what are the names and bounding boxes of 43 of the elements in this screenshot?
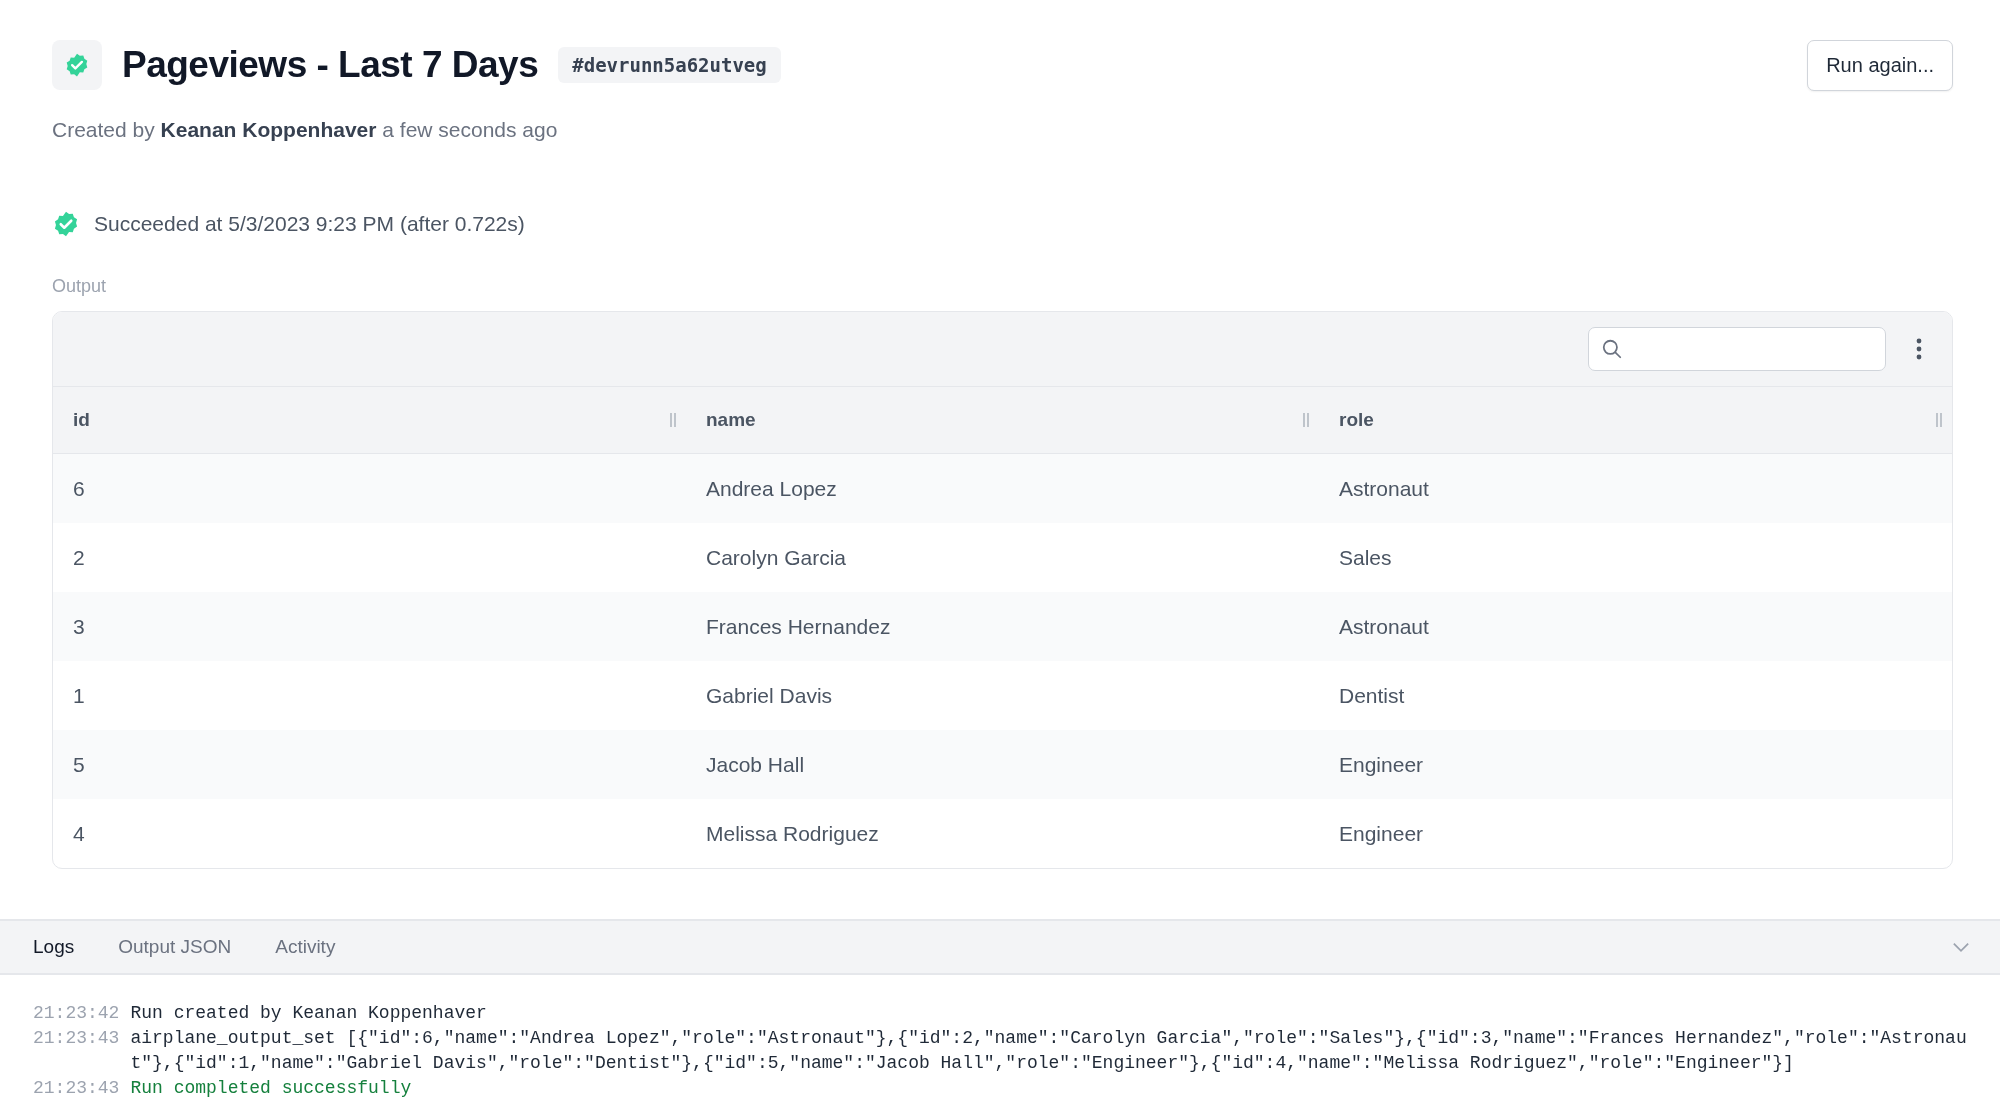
column-resize-handle-icon[interactable]: [670, 413, 676, 427]
table-cell: Melissa Rodriguez: [706, 821, 879, 846]
table-cell: 2: [73, 545, 85, 570]
tab[interactable]: Activity: [275, 936, 336, 958]
log-timestamp: 21:23:42: [33, 1002, 120, 1025]
table-cell: Astronaut: [1339, 476, 1429, 501]
tab[interactable]: Output JSON: [118, 936, 232, 958]
run-id-tag: #devrunn5a62utveg: [558, 47, 781, 83]
table-cell: 4: [73, 821, 85, 846]
log-timestamp: 21:23:43: [33, 1027, 120, 1050]
column-resize-handle-icon[interactable]: [1936, 413, 1942, 427]
log-message: airplane_output_set [{"id":6,"name":"Andrea Lopez","role":"Astronaut"},{"id":2,"name":"Carolyn Garcia","role":"Sales"},{"id":3,"name":"Frances Hernandez","role":"Astronaut"},{"id":1,"name":"Gabriel Davis","role":"Dentist"},{"id":5,"name":"Jacob Hall","role":"Engineer"},{"id":4,"name":"Melissa Rodriguez","role":"Engineer"}]: [130, 1027, 1968, 1075]
log-timestamp: 21:23:43: [33, 1077, 120, 1100]
table-cell: Astronaut: [1339, 614, 1429, 639]
column-header[interactable]: role: [1339, 409, 1374, 431]
tab[interactable]: Logs: [33, 936, 75, 958]
more-options-icon[interactable]: [1916, 338, 1922, 360]
chevron-down-icon[interactable]: [1952, 941, 1970, 953]
log-message: Run created by Keanan Koppenhaver: [130, 1002, 487, 1025]
column-resize-handle-icon[interactable]: [1303, 413, 1309, 427]
output-label: Output: [52, 276, 108, 297]
table-cell: Engineer: [1339, 821, 1424, 846]
table-cell: 1: [73, 683, 85, 708]
search-field[interactable]: [1588, 327, 1886, 371]
table-cell: Frances Hernandez: [706, 614, 891, 639]
table-cell: 3: [73, 614, 85, 639]
table-cell: Sales: [1339, 545, 1392, 570]
table-cell: 6: [73, 476, 85, 501]
table-cell: Engineer: [1339, 752, 1424, 777]
table-cell: Jacob Hall: [706, 752, 805, 777]
table-cell: Gabriel Davis: [706, 683, 833, 708]
column-header[interactable]: name: [706, 409, 756, 431]
table-cell: 5: [73, 752, 85, 777]
log-message: Run completed successfully: [130, 1077, 412, 1100]
table-cell: Carolyn Garcia: [706, 545, 847, 570]
table-cell: Andrea Lopez: [706, 476, 837, 501]
table-cell: Dentist: [1339, 683, 1405, 708]
task-title: Pageviews - Last 7 Days: [122, 44, 539, 86]
search-icon: [1601, 338, 1623, 360]
run-status-text: Succeeded at 5/3/2023 9:23 PM (after 0.722s): [94, 212, 525, 236]
run-again-button[interactable]: Run again...: [1807, 40, 1953, 91]
created-by-text: Created by Keanan Koppenhaver a few seconds ago: [52, 118, 559, 142]
column-header[interactable]: id: [73, 409, 90, 431]
